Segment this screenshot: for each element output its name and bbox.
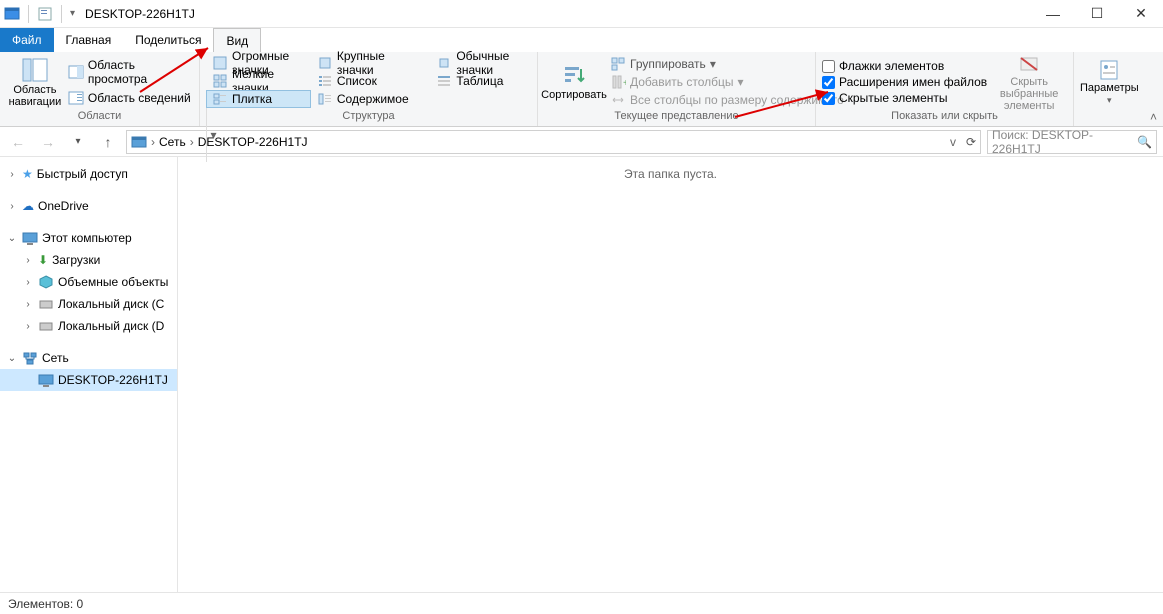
history-dropdown[interactable]: ▾ xyxy=(66,130,90,154)
ribbon: Область навигации Область просмотра Обла… xyxy=(0,52,1163,127)
collapse-ribbon-icon[interactable]: ˄ xyxy=(1150,110,1157,124)
minimize-button[interactable]: — xyxy=(1031,0,1075,28)
file-extensions-toggle[interactable]: Расширения имен файлов xyxy=(822,75,987,89)
navigation-tree[interactable]: ›★Быстрый доступ ›☁OneDrive ⌄Этот компью… xyxy=(0,157,178,592)
item-checkboxes-toggle[interactable]: Флажки элементов xyxy=(822,59,987,73)
breadcrumb-dropdown-icon[interactable]: v xyxy=(950,135,956,149)
layout-content[interactable]: Содержимое xyxy=(311,90,430,108)
ribbon-group-current-label: Текущее представление xyxy=(544,110,809,126)
details-pane-button[interactable]: Область сведений xyxy=(68,90,193,106)
layout-gallery[interactable]: Огромные значки Крупные значки Обычные з… xyxy=(206,54,531,110)
ribbon-group-show-label: Показать или скрыть xyxy=(822,110,1067,126)
maximize-button[interactable]: ☐ xyxy=(1075,0,1119,28)
options-button[interactable]: Параметры ▾ xyxy=(1080,54,1139,110)
titlebar: ▾ DESKTOP-226H1TJ — ☐ ✕ xyxy=(0,0,1163,28)
search-placeholder: Поиск: DESKTOP-226H1TJ xyxy=(992,128,1137,156)
tree-network[interactable]: ⌄Сеть xyxy=(0,347,177,369)
tree-3d-objects[interactable]: ›Объемные объекты xyxy=(0,271,177,293)
ribbon-group-layout-label: Структура xyxy=(206,110,531,126)
close-button[interactable]: ✕ xyxy=(1119,0,1163,28)
tree-onedrive[interactable]: ›☁OneDrive xyxy=(0,195,177,217)
tree-downloads[interactable]: ›⬇Загрузки xyxy=(0,249,177,271)
status-item-count: Элементов: 0 xyxy=(8,597,83,611)
size-columns-button[interactable]: Все столбцы по размеру содержимого xyxy=(610,92,844,108)
layout-small[interactable]: Мелкие значки xyxy=(206,72,311,90)
breadcrumb[interactable]: › Сеть › DESKTOP-226H1TJ v ⟳ xyxy=(126,130,981,154)
address-bar: ← → ▾ ↑ › Сеть › DESKTOP-226H1TJ v ⟳ Пои… xyxy=(0,127,1163,157)
window-title: DESKTOP-226H1TJ xyxy=(79,7,195,21)
tab-file[interactable]: Файл xyxy=(0,28,54,52)
group-by-button[interactable]: Группировать▾ xyxy=(610,56,844,72)
hide-selected-button[interactable]: Скрыть выбранные элементы xyxy=(993,54,1065,110)
tree-quick-access[interactable]: ›★Быстрый доступ xyxy=(0,163,177,185)
tree-local-c[interactable]: ›Локальный диск (C xyxy=(0,293,177,315)
ribbon-tabs: Файл Главная Поделиться Вид xyxy=(0,28,1163,52)
layout-tiles[interactable]: Плитка xyxy=(206,90,311,108)
tab-home[interactable]: Главная xyxy=(54,28,124,52)
layout-table[interactable]: Таблица xyxy=(430,72,531,90)
navigation-pane-button[interactable]: Область навигации xyxy=(6,54,64,110)
forward-button[interactable]: → xyxy=(36,130,60,154)
search-box[interactable]: Поиск: DESKTOP-226H1TJ 🔍 xyxy=(987,130,1157,154)
layout-large[interactable]: Крупные значки xyxy=(311,54,430,72)
tree-network-node[interactable]: ·DESKTOP-226H1TJ xyxy=(0,369,177,391)
hidden-items-toggle[interactable]: Скрытые элементы xyxy=(822,91,987,105)
sort-button[interactable]: Сортировать xyxy=(544,54,604,110)
tab-share[interactable]: Поделиться xyxy=(123,28,213,52)
app-icon xyxy=(4,6,20,22)
qat-dropdown-icon[interactable]: ▾ xyxy=(70,8,75,19)
qat-properties-icon[interactable] xyxy=(37,6,53,22)
layout-list[interactable]: Список xyxy=(311,72,430,90)
add-columns-button[interactable]: +Добавить столбцы▾ xyxy=(610,74,844,90)
tree-this-pc[interactable]: ⌄Этот компьютер xyxy=(0,227,177,249)
ribbon-group-areas-label: Области xyxy=(6,110,193,126)
svg-text:+: + xyxy=(623,78,626,89)
file-list-pane[interactable]: Эта папка пуста. xyxy=(178,157,1163,592)
layout-medium[interactable]: Обычные значки xyxy=(430,54,531,72)
preview-pane-button[interactable]: Область просмотра xyxy=(68,58,193,86)
crumb-network[interactable]: Сеть xyxy=(159,135,186,149)
tree-local-d[interactable]: ›Локальный диск (D xyxy=(0,315,177,337)
back-button[interactable]: ← xyxy=(6,130,30,154)
refresh-icon[interactable]: ⟳ xyxy=(966,135,976,149)
up-button[interactable]: ↑ xyxy=(96,130,120,154)
location-icon xyxy=(131,134,147,150)
status-bar: Элементов: 0 xyxy=(0,592,1163,614)
search-icon: 🔍 xyxy=(1137,135,1152,149)
empty-folder-message: Эта папка пуста. xyxy=(178,167,1163,181)
